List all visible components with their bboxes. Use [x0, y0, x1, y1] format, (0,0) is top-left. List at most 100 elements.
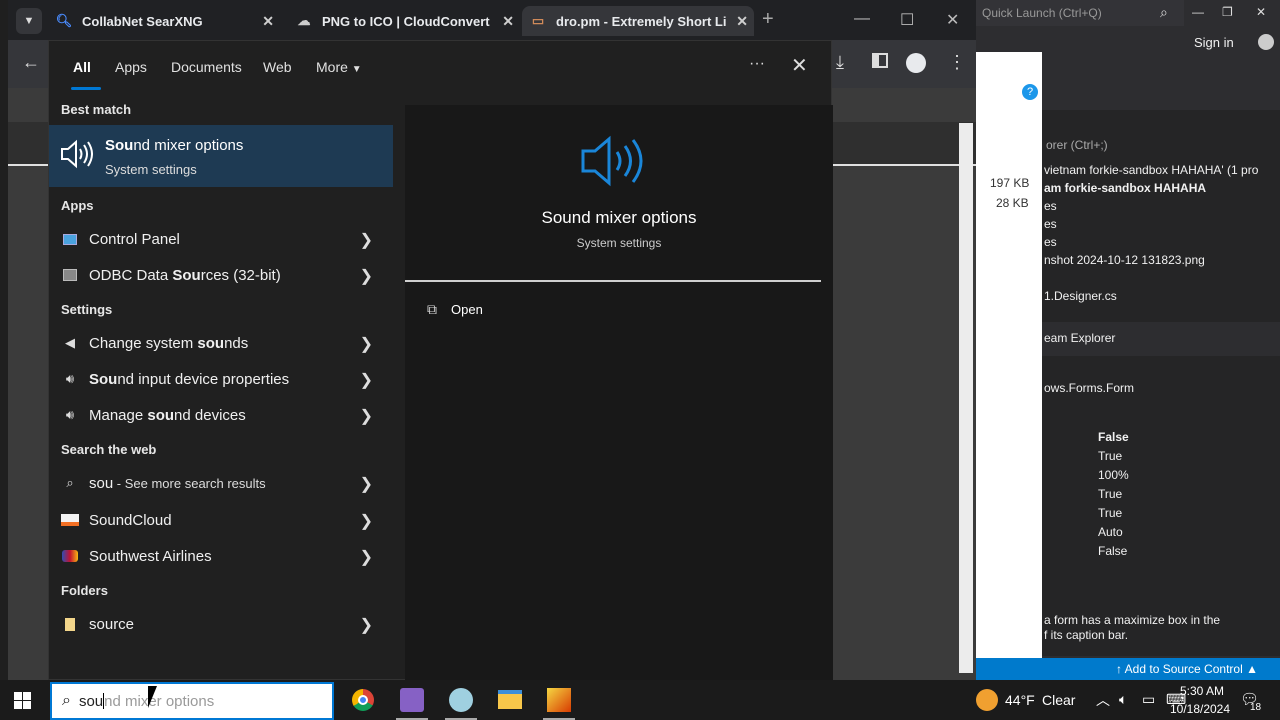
scrollbar[interactable]: [959, 123, 973, 673]
tab-cloudconvert[interactable]: ☁ PNG to ICO | CloudConvert ✕: [288, 6, 520, 36]
new-tab-button[interactable]: +: [762, 8, 774, 31]
chevron-up-icon[interactable]: ︿: [1096, 690, 1110, 710]
open-action[interactable]: ⧉ Open: [427, 301, 483, 318]
tree-item[interactable]: es: [1044, 235, 1057, 249]
quick-launch-input[interactable]: Quick Launch (Ctrl+Q): [976, 0, 1184, 26]
close-window-icon[interactable]: ✕: [1256, 5, 1266, 19]
solution-search[interactable]: orer (Ctrl+;): [1046, 138, 1108, 152]
result-change-system-sounds[interactable]: ◀ Change system sounds ❯: [49, 325, 393, 361]
result-label: Sound input device properties: [89, 370, 290, 388]
result-soundcloud[interactable]: SoundCloud ❯: [49, 502, 393, 538]
maximize-icon[interactable]: ☐: [900, 10, 914, 30]
result-manage-sound-devices[interactable]: 🔊︎ Manage sound devices ❯: [49, 397, 393, 433]
prop-value[interactable]: Auto: [1098, 525, 1123, 539]
prop-value[interactable]: False: [1098, 544, 1127, 558]
close-icon[interactable]: ✕: [736, 13, 748, 30]
chevron-right-icon[interactable]: ❯: [360, 474, 373, 494]
tab-apps[interactable]: Apps: [115, 59, 147, 75]
chevron-right-icon[interactable]: ❯: [360, 334, 373, 354]
search-icon: 🔍︎: [55, 13, 73, 28]
tab-more[interactable]: More ▼: [316, 59, 362, 75]
tab-searxng[interactable]: 🔍︎ CollabNet SearXNG ✕: [48, 6, 280, 36]
profile-avatar[interactable]: [906, 53, 926, 73]
minimize-icon[interactable]: —: [1192, 5, 1204, 19]
result-label: Control Panel: [89, 230, 180, 248]
apps-header: Apps: [61, 198, 94, 213]
source-control-button[interactable]: ↑ Add to Source Control ▲: [1116, 662, 1258, 676]
tab-web[interactable]: Web: [263, 59, 292, 75]
result-source-folder[interactable]: source ❯: [49, 606, 393, 642]
chevron-right-icon[interactable]: ❯: [360, 615, 373, 635]
best-match-item[interactable]: Sound mixer options System settings: [49, 125, 393, 187]
weather-desc[interactable]: Clear: [1042, 692, 1075, 708]
chevron-right-icon[interactable]: ❯: [360, 370, 373, 390]
open-icon: ⧉: [427, 301, 437, 317]
size-label: 28 KB: [996, 196, 1029, 210]
tree-item[interactable]: am forkie-sandbox HAHAHA: [1044, 181, 1206, 195]
prop-value[interactable]: 100%: [1098, 468, 1129, 482]
result-odbc[interactable]: ODBC Data Sources (32-bit) ❯: [49, 257, 393, 293]
prop-value[interactable]: True: [1098, 449, 1122, 463]
close-icon[interactable]: ✕: [262, 13, 274, 30]
close-icon[interactable]: ✕: [791, 53, 808, 78]
result-control-panel[interactable]: Control Panel ❯: [49, 221, 393, 257]
close-icon[interactable]: ✕: [502, 13, 514, 30]
help-icon[interactable]: ?: [1022, 84, 1038, 100]
tab-list-button[interactable]: ▼: [16, 8, 42, 34]
visual-studio-icon[interactable]: [400, 688, 424, 712]
result-label: source: [89, 615, 135, 633]
result-web-search[interactable]: ⌕ sou - See more search results ❯: [49, 465, 393, 501]
network-icon[interactable]: ▭: [1142, 691, 1155, 708]
account-icon[interactable]: [1258, 34, 1274, 50]
size-label: 197 KB: [990, 176, 1030, 190]
back-icon[interactable]: ←: [22, 52, 40, 73]
prop-value[interactable]: True: [1098, 487, 1122, 501]
windows-start-icon[interactable]: [14, 692, 31, 709]
clock-time[interactable]: 5:30 AM: [1172, 684, 1232, 698]
tree-item[interactable]: es: [1044, 199, 1057, 213]
search-suggestion-text: nd mixer options: [104, 692, 215, 710]
chevron-right-icon[interactable]: ❯: [360, 511, 373, 531]
clock-date[interactable]: 10/18/2024: [1164, 702, 1236, 716]
result-sound-input[interactable]: 🔊︎ Sound input device properties ❯: [49, 361, 393, 397]
weather-temp[interactable]: 44°F: [1005, 692, 1035, 708]
chevron-right-icon[interactable]: ❯: [360, 230, 373, 250]
result-label: Change system sounds: [89, 334, 249, 352]
app-icon[interactable]: [547, 688, 571, 712]
chevron-right-icon[interactable]: ❯: [360, 406, 373, 426]
weather-icon[interactable]: [976, 689, 998, 711]
download-icon[interactable]: ⤓: [836, 52, 844, 73]
notification-count: 18: [1250, 702, 1262, 713]
restore-icon[interactable]: ❐: [1222, 5, 1233, 19]
volume-icon[interactable]: 🔈︎: [1119, 691, 1127, 708]
paint-icon[interactable]: [449, 688, 473, 712]
minimize-icon[interactable]: —: [854, 10, 870, 28]
vs-status-bar: ↑ Add to Source Control ▲: [976, 658, 1280, 680]
tree-item[interactable]: 1.Designer.cs: [1044, 289, 1117, 303]
chevron-right-icon[interactable]: ❯: [360, 547, 373, 567]
speaker-icon: [579, 135, 649, 192]
search-typed-text: sou: [78, 692, 104, 710]
properties-object[interactable]: ows.Forms.Form: [1044, 381, 1134, 395]
tree-item[interactable]: nshot 2024-10-12 131823.png: [1044, 253, 1205, 267]
tree-item[interactable]: es: [1044, 217, 1057, 231]
tab-documents[interactable]: Documents: [171, 59, 242, 75]
menu-icon[interactable]: ⋮: [948, 52, 966, 73]
file-explorer-icon[interactable]: [498, 690, 522, 709]
team-explorer-tab[interactable]: eam Explorer: [1044, 331, 1115, 345]
prop-value[interactable]: False: [1098, 430, 1129, 444]
result-southwest[interactable]: Southwest Airlines ❯: [49, 538, 393, 574]
sign-in-link[interactable]: Sign in: [1194, 35, 1234, 50]
more-options-icon[interactable]: ···: [749, 55, 765, 73]
source-control-label: Add to Source Control: [1124, 662, 1243, 676]
tab-dropm[interactable]: ▭ dro.pm - Extremely Short Link ✕: [522, 6, 754, 36]
close-window-icon[interactable]: ✕: [946, 10, 959, 30]
search-icon[interactable]: ⌕: [1160, 4, 1168, 21]
taskbar: ⌕ sou nd mixer options 44°F Clear ︿ 🔈︎ ▭ …: [0, 680, 1280, 720]
chevron-right-icon[interactable]: ❯: [360, 266, 373, 286]
tab-all[interactable]: All: [73, 59, 91, 75]
prop-value[interactable]: True: [1098, 506, 1122, 520]
sidebar-icon[interactable]: [872, 53, 888, 68]
search-box[interactable]: ⌕ sou nd mixer options: [50, 682, 334, 720]
tree-item[interactable]: vietnam forkie-sandbox HAHAHA' (1 pro: [1044, 163, 1258, 177]
